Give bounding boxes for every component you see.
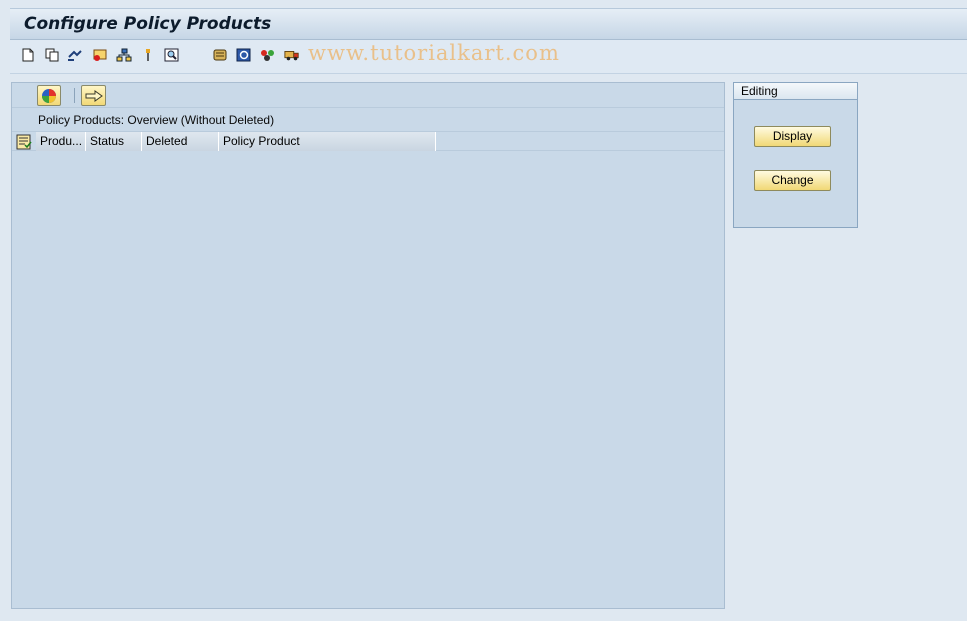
page-title: Configure Policy Products — [24, 14, 272, 34]
editing-panel: Editing Display Change — [733, 82, 858, 228]
panel-toolbar — [12, 83, 724, 108]
select-all-button[interactable] — [12, 132, 36, 151]
overview-panel: Policy Products: Overview (Without Delet… — [11, 82, 725, 609]
title-bar: Configure Policy Products — [10, 8, 967, 40]
toolbar-separator — [74, 88, 75, 103]
column-header-status[interactable]: Status — [86, 132, 142, 151]
arrow-right-icon — [85, 89, 103, 102]
refresh-icon[interactable] — [236, 47, 252, 63]
column-header-product[interactable]: Produ... — [36, 132, 86, 151]
column-header-policy-product[interactable]: Policy Product — [219, 132, 436, 151]
mail-icon[interactable] — [92, 47, 108, 63]
editing-panel-title: Editing — [734, 83, 857, 100]
find-icon[interactable] — [164, 47, 180, 63]
change-button[interactable]: Change — [754, 170, 831, 191]
column-header-deleted[interactable]: Deleted — [142, 132, 219, 151]
link-icon[interactable] — [67, 47, 83, 63]
color-wheel-icon — [42, 88, 56, 103]
scroll-icon[interactable] — [212, 47, 228, 63]
forward-button[interactable] — [81, 85, 106, 106]
watermark: www.tutorialkart.com — [308, 41, 560, 65]
transport-icon[interactable] — [260, 47, 276, 63]
new-document-icon[interactable] — [20, 47, 36, 63]
copy-icon[interactable] — [44, 47, 60, 63]
hierarchy-icon[interactable] — [116, 47, 132, 63]
truck-icon[interactable] — [284, 47, 300, 63]
pin-icon[interactable] — [140, 47, 156, 63]
color-legend-button[interactable] — [37, 85, 61, 106]
table-header: Produ... Status Deleted Policy Product — [12, 131, 724, 151]
select-all-icon — [16, 134, 32, 149]
application-toolbar: www.tutorialkart.com — [10, 40, 967, 74]
overview-title: Policy Products: Overview (Without Delet… — [38, 113, 275, 127]
display-button[interactable]: Display — [754, 126, 831, 147]
